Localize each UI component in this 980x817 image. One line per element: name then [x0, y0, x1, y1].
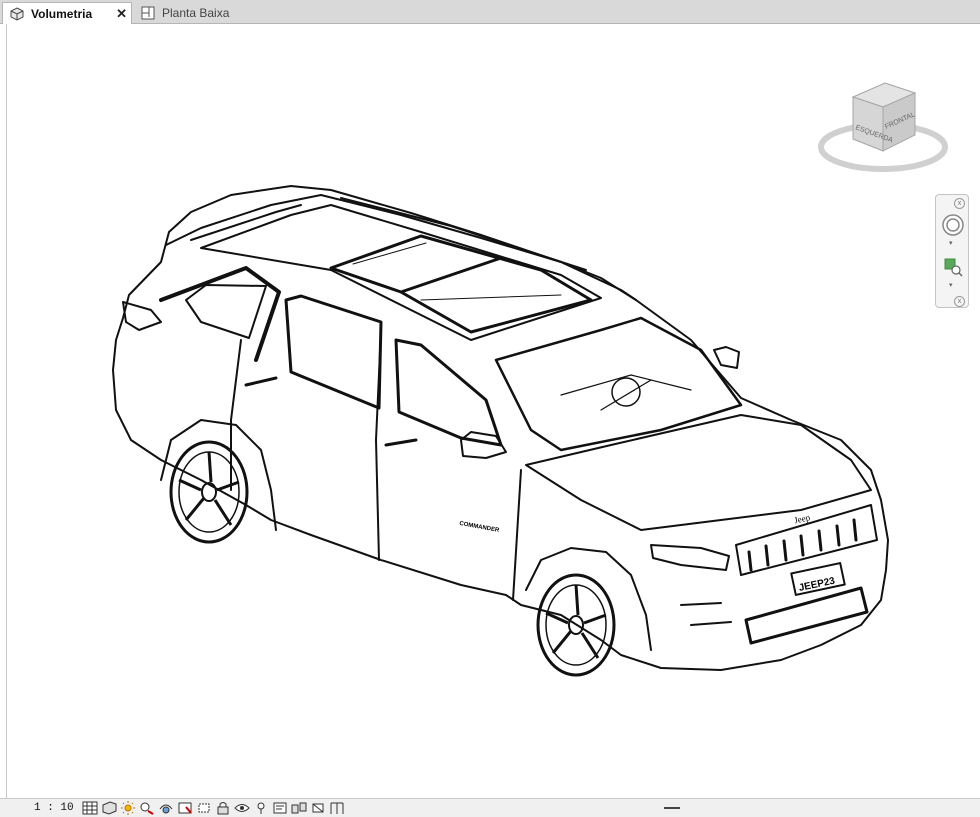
- model-badge: COMMANDER: [459, 521, 500, 534]
- reveal-constraints-icon[interactable]: [310, 801, 326, 815]
- tab-label: Volumetria: [31, 6, 93, 21]
- close-tab-icon[interactable]: ✕: [116, 6, 127, 22]
- crop-view-icon[interactable]: [177, 801, 193, 815]
- lower-grille: [744, 586, 869, 645]
- visual-style-icon[interactable]: [101, 801, 117, 815]
- 3d-view-icon: [10, 6, 24, 21]
- tab-planta-baixa[interactable]: Planta Baixa: [134, 2, 284, 24]
- shadows-icon[interactable]: [139, 801, 155, 815]
- view-controls: [82, 801, 345, 815]
- floor-plan-icon: [141, 6, 155, 20]
- steering-dropdown-icon[interactable]: ▾: [949, 239, 953, 247]
- navigation-bar: x ▾ ▾ x: [935, 194, 969, 308]
- viewcube[interactable]: ESQUERDA FRONTAL: [815, 79, 955, 199]
- windshield: [494, 316, 743, 452]
- lock-3d-view-icon[interactable]: [215, 801, 231, 815]
- steering-wheel-icon[interactable]: [941, 213, 965, 237]
- rear-wheel: [169, 440, 249, 544]
- detail-level-icon[interactable]: [82, 801, 98, 815]
- sun-path-icon[interactable]: [120, 801, 136, 815]
- view-tab-bar: Volumetria ✕ Planta Baixa: [0, 0, 980, 24]
- temporary-hide-icon[interactable]: [234, 801, 250, 815]
- rendering-icon[interactable]: [158, 801, 174, 815]
- navbar-options-icon[interactable]: x: [954, 296, 965, 307]
- navbar-close-icon[interactable]: x: [954, 198, 965, 209]
- tail-light: [122, 301, 162, 331]
- worksharing-icon[interactable]: [291, 801, 307, 815]
- headlight: [650, 544, 730, 571]
- bar-divider: [664, 807, 680, 809]
- reveal-hidden-icon[interactable]: [253, 801, 269, 815]
- tab-volumetria[interactable]: Volumetria ✕: [2, 2, 132, 24]
- tab-label: Planta Baixa: [162, 6, 230, 20]
- rear-door-window: [284, 294, 383, 410]
- drawing-viewport[interactable]: Jeep JEEP23 COMMANDER ESQUERDA FRONTAL: [6, 24, 980, 798]
- view-scale[interactable]: 1 : 10: [34, 802, 82, 814]
- zoom-icon[interactable]: [943, 257, 963, 277]
- analytical-model-icon[interactable]: [329, 801, 345, 815]
- view-control-bar: 1 : 10: [0, 798, 980, 817]
- roof-rail: [190, 197, 587, 271]
- door-seam: [230, 329, 522, 601]
- rear-quarter-window: [185, 284, 267, 339]
- show-crop-region-icon[interactable]: [196, 801, 212, 815]
- zoom-dropdown-icon[interactable]: ▾: [949, 281, 953, 289]
- front-door-window: [394, 338, 503, 447]
- roof-panel: [200, 204, 602, 341]
- temporary-properties-icon[interactable]: [272, 801, 288, 815]
